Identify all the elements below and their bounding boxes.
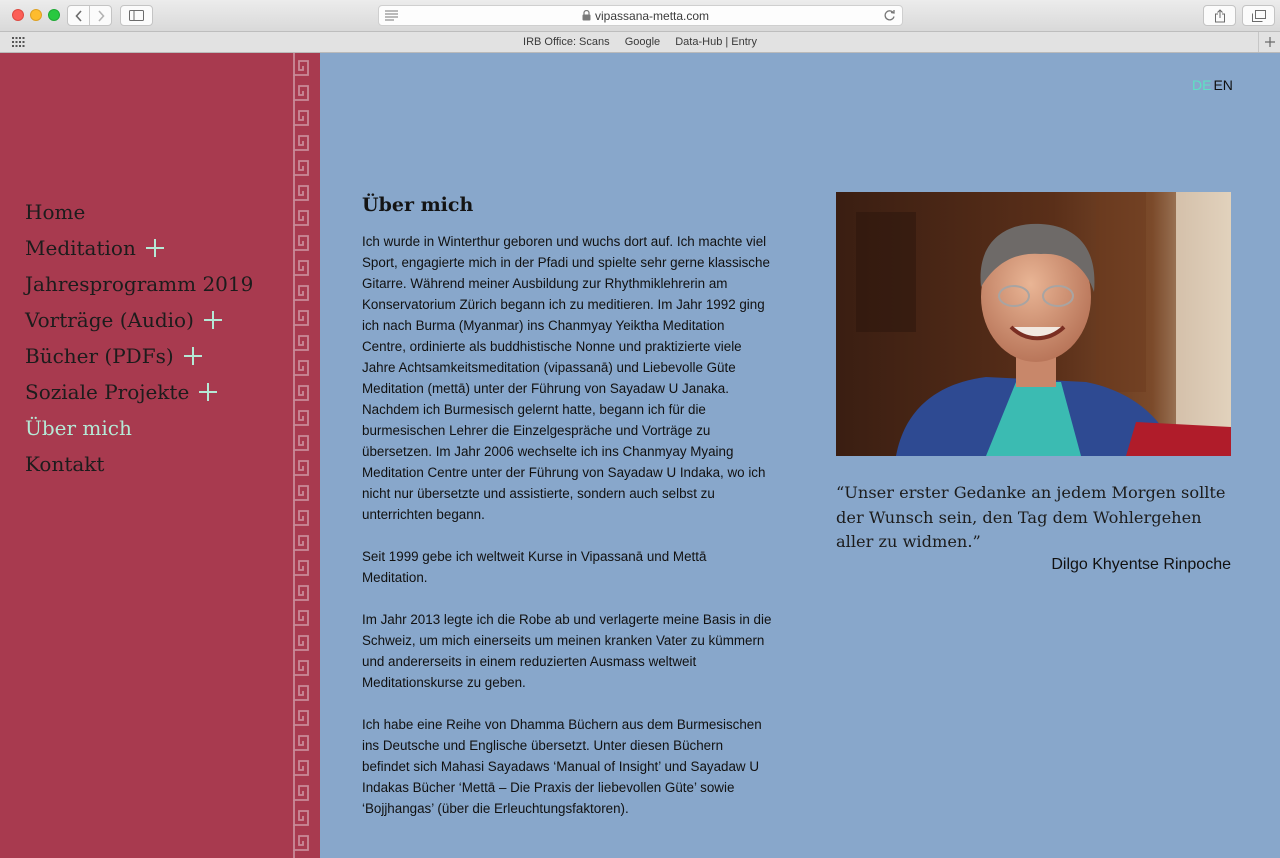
nav-item-label: Home	[25, 200, 86, 224]
bio-paragraph: Ich habe eine Reihe von Dhamma Büchern a…	[362, 717, 762, 816]
bio-paragraph: Im Jahr 2013 legte ich die Robe ab und v…	[362, 612, 772, 690]
nav-item-label: Bücher (PDFs)	[25, 344, 174, 368]
reader-icon[interactable]	[385, 10, 398, 21]
bookmark-list: IRB Office: Scans Google Data-Hub | Entr…	[0, 36, 1280, 48]
lock-icon	[582, 10, 591, 21]
language-de-link[interactable]: DE	[1192, 77, 1211, 93]
greek-key-pattern	[292, 53, 311, 858]
reload-icon[interactable]	[883, 9, 896, 22]
forward-button[interactable]	[89, 6, 111, 25]
chevron-left-icon	[74, 9, 82, 22]
url-text: vipassana-metta.com	[595, 9, 710, 23]
expand-plus-icon[interactable]	[183, 347, 202, 365]
portrait-photo	[836, 192, 1231, 456]
nav-item-kontakt[interactable]: Kontakt	[25, 446, 253, 482]
quote-author: Dilgo Khyentse Rinpoche	[1051, 556, 1231, 573]
bio-paragraph: Seit 1999 gebe ich weltweit Kurse in Vip…	[362, 549, 707, 585]
nav-item-label: Kontakt	[25, 452, 105, 476]
tabs-icon	[1251, 9, 1266, 22]
nav-item-ueber-mich[interactable]: Über mich	[25, 410, 253, 446]
expand-plus-icon[interactable]	[203, 311, 222, 329]
bookmark-data-hub[interactable]: Data-Hub | Entry	[675, 36, 757, 48]
nav-item-jahresprogramm[interactable]: Jahresprogramm 2019	[25, 266, 253, 302]
new-tab-button[interactable]	[1258, 32, 1280, 52]
history-nav	[67, 5, 112, 26]
nav-item-buecher[interactable]: Bücher (PDFs)	[25, 338, 253, 374]
expand-plus-icon[interactable]	[145, 239, 164, 257]
biography-text: Ich wurde in Winterthur geboren und wuch…	[362, 231, 772, 840]
language-switcher: DE EN	[1192, 77, 1235, 93]
sidebar-toggle-button[interactable]	[120, 5, 153, 26]
nav-item-label: Jahresprogramm 2019	[25, 272, 254, 296]
nav-item-label: Meditation	[25, 236, 136, 260]
window-zoom-button[interactable]	[48, 9, 60, 21]
nav-item-meditation[interactable]: Meditation	[25, 230, 253, 266]
nav-item-home[interactable]: Home	[25, 194, 253, 230]
bookmark-irb-office[interactable]: IRB Office: Scans	[523, 36, 610, 48]
main-navigation: Home Meditation Jahresprogramm 2019 Vort…	[25, 194, 253, 482]
browser-titlebar: vipassana-metta.com	[0, 0, 1280, 32]
quote-text: “Unser erster Gedanke an jedem Morgen so…	[836, 483, 1226, 551]
portrait-illustration	[836, 192, 1231, 456]
nav-item-label: Über mich	[25, 416, 132, 440]
bookmarks-bar: IRB Office: Scans Google Data-Hub | Entr…	[0, 32, 1280, 53]
window-minimize-button[interactable]	[30, 9, 42, 21]
window-close-button[interactable]	[12, 9, 24, 21]
share-icon	[1214, 8, 1225, 22]
show-tabs-button[interactable]	[1242, 5, 1275, 26]
greek-key-border	[292, 53, 311, 858]
address-bar[interactable]: vipassana-metta.com	[378, 5, 903, 26]
nav-item-soziale-projekte[interactable]: Soziale Projekte	[25, 374, 253, 410]
sidebar-icon	[129, 10, 144, 21]
chevron-right-icon	[97, 9, 105, 22]
bio-paragraph: Ich wurde in Winterthur geboren und wuch…	[362, 234, 770, 522]
share-button[interactable]	[1203, 5, 1236, 26]
plus-icon	[1264, 37, 1275, 47]
sidebar-edge	[311, 53, 320, 858]
nav-item-label: Soziale Projekte	[25, 380, 190, 404]
nav-item-label: Vorträge (Audio)	[25, 308, 194, 332]
back-button[interactable]	[68, 6, 89, 25]
bookmark-google[interactable]: Google	[625, 36, 660, 48]
nav-item-vortraege[interactable]: Vorträge (Audio)	[25, 302, 253, 338]
page-title: Über mich	[362, 194, 474, 216]
expand-plus-icon[interactable]	[199, 383, 218, 401]
language-en-link[interactable]: EN	[1213, 77, 1232, 93]
